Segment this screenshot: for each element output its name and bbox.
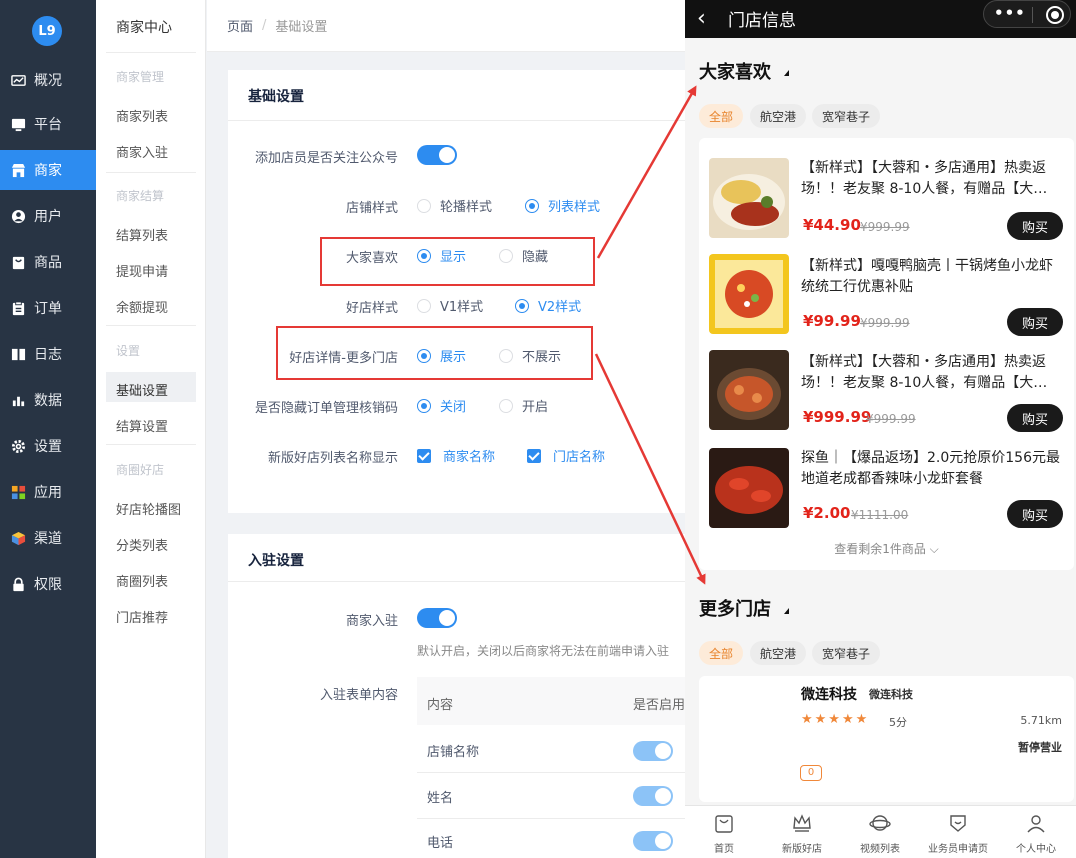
screen: L9 概况 平台 商家 用户 商品 订单 日志 数据 设置 应用 渠道 权限 商… [0, 0, 1076, 858]
arrow-to-more-stores [594, 353, 706, 585]
arrow-to-like-section [596, 85, 697, 259]
annotation-arrows [594, 85, 706, 585]
